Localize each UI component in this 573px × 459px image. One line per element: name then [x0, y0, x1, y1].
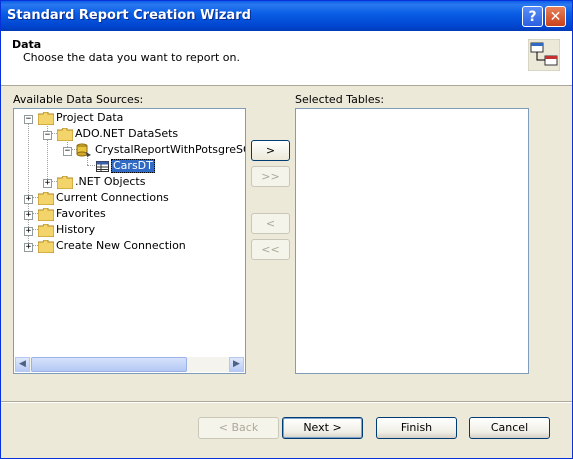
- chevron-left-icon: ◀: [19, 359, 26, 369]
- folder-open-icon: [38, 112, 54, 125]
- cancel-button[interactable]: Cancel: [469, 417, 550, 439]
- tree-item-label: ADO.NET DataSets: [75, 127, 179, 140]
- expand-icon[interactable]: +: [24, 211, 33, 220]
- tree-item-label-selected: CarsDT: [111, 159, 155, 173]
- window-title: Standard Report Creation Wizard: [7, 8, 251, 23]
- tree-item-net-objects[interactable]: + .NET Objects: [14, 175, 244, 191]
- expand-icon[interactable]: +: [24, 227, 33, 236]
- title-bar[interactable]: Standard Report Creation Wizard ? ✕: [1, 1, 572, 31]
- scrollbar-thumb[interactable]: [31, 357, 187, 372]
- collapse-icon[interactable]: −: [63, 147, 72, 156]
- tree-item-history[interactable]: + History: [14, 223, 244, 239]
- collapse-icon[interactable]: −: [24, 115, 33, 124]
- add-table-button[interactable]: >: [251, 140, 290, 161]
- help-button[interactable]: ?: [522, 6, 543, 27]
- wizard-header: Data Choose the data you want to report …: [1, 31, 572, 86]
- tree-item-label: CrystalReportWithPotsgreSQL.D: [95, 143, 245, 156]
- dataset-icon: [76, 143, 91, 157]
- selected-tables-list[interactable]: [295, 108, 529, 374]
- table-icon: [96, 161, 109, 172]
- remove-table-button[interactable]: <: [251, 213, 290, 234]
- folder-icon: [57, 176, 73, 189]
- close-button[interactable]: ✕: [545, 6, 566, 27]
- expand-icon[interactable]: +: [43, 179, 52, 188]
- finish-button[interactable]: Finish: [376, 417, 457, 439]
- expand-icon[interactable]: +: [24, 195, 33, 204]
- scroll-left-button[interactable]: ◀: [15, 357, 30, 372]
- close-icon: ✕: [549, 9, 562, 25]
- tree-item-label: Current Connections: [56, 191, 169, 204]
- tables-link-icon: [528, 39, 560, 71]
- tree-item-project-data[interactable]: − Project Data: [14, 111, 244, 127]
- scroll-right-button[interactable]: ▶: [229, 357, 244, 372]
- horizontal-scrollbar[interactable]: ◀ ▶: [15, 357, 244, 372]
- tree-item-label: .NET Objects: [75, 175, 146, 188]
- available-sources-label: Available Data Sources:: [13, 93, 144, 106]
- step-title: Data: [12, 38, 42, 51]
- step-subtitle: Choose the data you want to report on.: [23, 51, 240, 64]
- tree-item-label: Create New Connection: [56, 239, 186, 252]
- available-sources-tree[interactable]: − Project Data − ADO.NET DataSets − Crys…: [13, 108, 246, 374]
- folder-icon: [38, 240, 54, 253]
- expand-icon[interactable]: +: [24, 243, 33, 252]
- tree-item-dataset[interactable]: − CrystalReportWithPotsgreSQL.D: [14, 143, 245, 159]
- tree-item-label: History: [56, 223, 96, 236]
- tree-item-current-connections[interactable]: + Current Connections: [14, 191, 244, 207]
- chevron-right-icon: ▶: [233, 359, 240, 369]
- selected-tables-label: Selected Tables:: [295, 93, 385, 106]
- folder-icon: [38, 192, 54, 205]
- remove-all-button[interactable]: <<: [251, 239, 290, 260]
- folder-icon: [38, 208, 54, 221]
- back-button[interactable]: < Back: [198, 417, 279, 439]
- tree-item-table[interactable]: CarsDT: [14, 159, 244, 175]
- collapse-icon[interactable]: −: [43, 131, 52, 140]
- tree-item-label: Favorites: [56, 207, 106, 220]
- tree-item-ado-net[interactable]: − ADO.NET DataSets: [14, 127, 244, 143]
- tree-item-create-new-connection[interactable]: + Create New Connection: [14, 239, 244, 255]
- help-icon: ?: [528, 9, 537, 25]
- footer-separator: [1, 401, 572, 403]
- tree-item-label: Project Data: [56, 111, 124, 124]
- folder-icon: [38, 224, 54, 237]
- add-all-button[interactable]: >>: [251, 166, 290, 187]
- next-button[interactable]: Next >: [282, 417, 363, 439]
- folder-open-icon: [57, 128, 73, 141]
- tree-item-favorites[interactable]: + Favorites: [14, 207, 244, 223]
- wizard-window: Standard Report Creation Wizard ? ✕ Data…: [0, 0, 573, 459]
